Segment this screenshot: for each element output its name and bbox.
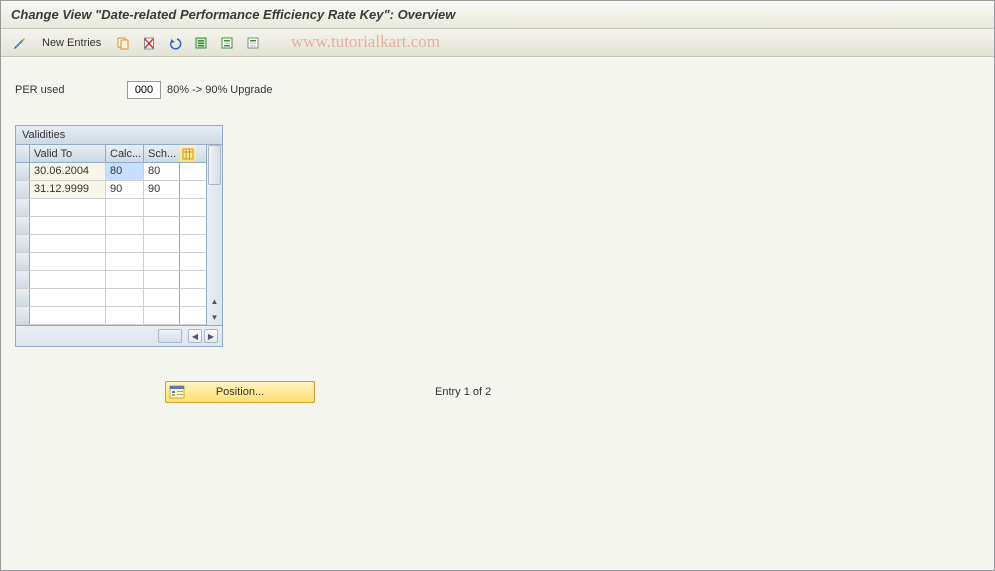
select-block-icon bbox=[220, 36, 234, 50]
select-block-button[interactable] bbox=[216, 33, 238, 53]
column-calc[interactable]: Calc... bbox=[106, 145, 144, 162]
scroll-right-button[interactable]: ▶ bbox=[204, 329, 218, 343]
table-row: 31.12.9999 90 90 bbox=[16, 181, 206, 199]
toggle-button[interactable] bbox=[9, 33, 31, 53]
delete-icon bbox=[142, 36, 156, 50]
per-used-input[interactable] bbox=[127, 81, 161, 99]
deselect-all-icon bbox=[246, 36, 260, 50]
table-row bbox=[16, 217, 206, 235]
new-entries-label: New Entries bbox=[42, 37, 101, 49]
deselect-all-button[interactable] bbox=[242, 33, 264, 53]
watermark: www.tutorialkart.com bbox=[291, 32, 440, 52]
row-selector[interactable] bbox=[16, 199, 30, 216]
page-title: Change View "Date-related Performance Ef… bbox=[11, 7, 984, 22]
position-button[interactable]: Position... bbox=[165, 381, 315, 403]
scroll-up-button[interactable]: ▲ bbox=[208, 294, 222, 308]
header: Change View "Date-related Performance Ef… bbox=[1, 1, 994, 29]
table-settings-button[interactable] bbox=[180, 145, 196, 162]
select-all-header[interactable] bbox=[16, 145, 30, 162]
cell-calc[interactable]: 80 bbox=[106, 163, 144, 180]
table-row bbox=[16, 253, 206, 271]
row-selector[interactable] bbox=[16, 271, 30, 288]
per-used-description: 80% -> 90% Upgrade bbox=[167, 84, 272, 96]
scrollbar-thumb[interactable] bbox=[208, 145, 221, 185]
column-valid-to[interactable]: Valid To bbox=[30, 145, 106, 162]
cell-valid-to[interactable]: 31.12.9999 bbox=[30, 181, 106, 198]
column-sch[interactable]: Sch... bbox=[144, 145, 180, 162]
table-row bbox=[16, 271, 206, 289]
table-row: 30.06.2004 80 80 bbox=[16, 163, 206, 181]
position-icon bbox=[169, 385, 185, 399]
cell-sch[interactable]: 80 bbox=[144, 163, 180, 180]
validities-table: Validities Valid To Calc... Sch... bbox=[15, 125, 223, 347]
row-selector[interactable] bbox=[16, 181, 30, 198]
table-row bbox=[16, 289, 206, 307]
table-row bbox=[16, 235, 206, 253]
cell-sch[interactable]: 90 bbox=[144, 181, 180, 198]
table-header-row: Valid To Calc... Sch... bbox=[16, 145, 206, 163]
vertical-scrollbar[interactable]: ▲ ▼ bbox=[206, 145, 222, 325]
undo-button[interactable] bbox=[164, 33, 186, 53]
cell-valid-to[interactable]: 30.06.2004 bbox=[30, 163, 106, 180]
row-selector[interactable] bbox=[16, 253, 30, 270]
toolbar: New Entries bbox=[1, 29, 994, 57]
table-settings-icon bbox=[182, 148, 194, 160]
position-label: Position... bbox=[216, 386, 264, 398]
table-row bbox=[16, 199, 206, 217]
row-selector[interactable] bbox=[16, 289, 30, 306]
select-all-button[interactable] bbox=[190, 33, 212, 53]
table-title: Validities bbox=[16, 126, 222, 145]
per-used-label: PER used bbox=[15, 84, 123, 96]
cell-calc[interactable]: 90 bbox=[106, 181, 144, 198]
entry-counter: Entry 1 of 2 bbox=[435, 386, 491, 398]
per-used-field-row: PER used 80% -> 90% Upgrade bbox=[15, 81, 980, 99]
copy-button[interactable] bbox=[112, 33, 134, 53]
table-row bbox=[16, 307, 206, 325]
new-entries-button[interactable]: New Entries bbox=[35, 33, 108, 53]
delete-button[interactable] bbox=[138, 33, 160, 53]
row-selector[interactable] bbox=[16, 163, 30, 180]
content-area: PER used 80% -> 90% Upgrade Validities V… bbox=[1, 57, 994, 427]
row-selector[interactable] bbox=[16, 307, 30, 324]
row-selector[interactable] bbox=[16, 217, 30, 234]
horizontal-scrollbar-thumb[interactable] bbox=[158, 329, 182, 343]
select-all-icon bbox=[194, 36, 208, 50]
table-footer: ◀ ▶ bbox=[16, 325, 222, 346]
scroll-down-button[interactable]: ▼ bbox=[208, 310, 222, 324]
pencil-ruler-icon bbox=[13, 36, 27, 50]
undo-icon bbox=[168, 36, 182, 50]
row-selector[interactable] bbox=[16, 235, 30, 252]
scroll-left-button[interactable]: ◀ bbox=[188, 329, 202, 343]
position-row: Position... Entry 1 of 2 bbox=[165, 381, 980, 403]
copy-icon bbox=[116, 36, 130, 50]
